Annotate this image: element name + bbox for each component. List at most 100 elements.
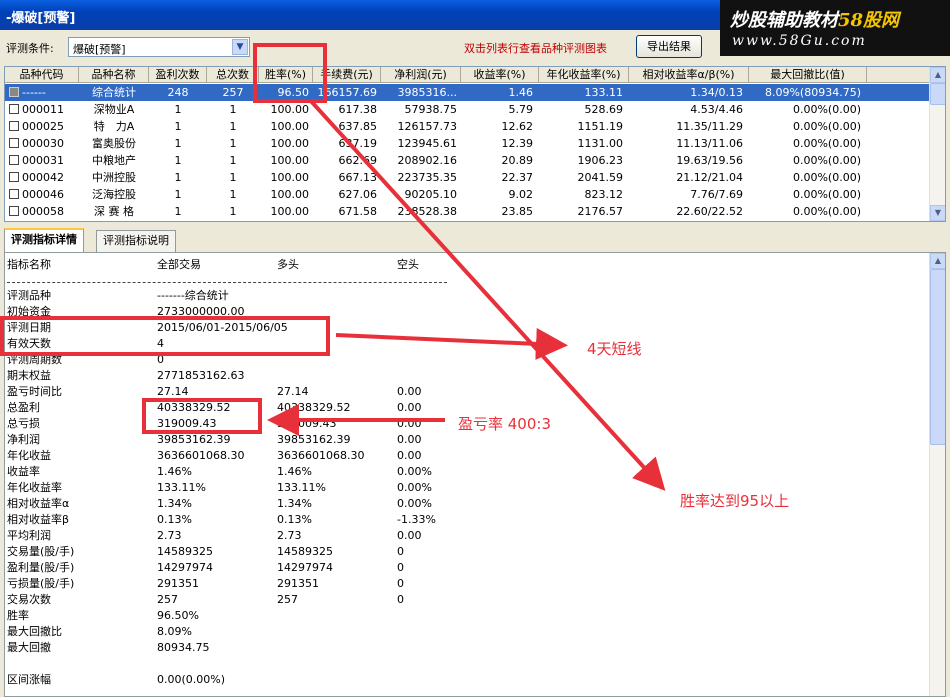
table-row[interactable]: 000011 深物业A 1 1 100.00 617.38 57938.75 5.79 528.… xyxy=(5,101,931,118)
cell-alpha-beta: 19.63/19.56 xyxy=(629,152,743,169)
table-row[interactable]: 000058 深 赛 格 1 1 100.00 671.58 238528.38 23.85 2… xyxy=(5,203,931,220)
metric-long: 0.13% xyxy=(277,513,312,526)
metric-all: 291351 xyxy=(157,577,199,590)
cell-text: 617.38 xyxy=(338,103,378,116)
metric-all: 2771853162.63 xyxy=(157,369,245,382)
cell-wins: 1 xyxy=(149,101,207,118)
row-checkbox[interactable] xyxy=(9,121,19,131)
col-header[interactable]: 收益率(%) xyxy=(461,67,539,83)
cell-text: 22.60/22.52 xyxy=(676,205,743,218)
metric-long: 257 xyxy=(277,593,298,606)
row-checkbox[interactable] xyxy=(9,104,19,114)
row-checkbox[interactable] xyxy=(9,138,19,148)
cell-text: 637.85 xyxy=(338,120,378,133)
cell-text: 000030 xyxy=(22,137,64,150)
detail-scrollbar[interactable]: ▲ xyxy=(929,253,945,696)
metric-short: 0.00% xyxy=(397,465,432,478)
cell-code: 000030 xyxy=(9,135,79,152)
detail-row: 平均利润 2.73 2.73 0.00 xyxy=(5,528,925,544)
col-header[interactable]: 相对收益率α/β(%) xyxy=(629,67,749,83)
metric-name: 相对收益率α xyxy=(7,497,70,510)
cell-text: 23.85 xyxy=(501,205,534,218)
row-checkbox[interactable] xyxy=(9,189,19,199)
scroll-up-icon[interactable]: ▲ xyxy=(930,67,945,83)
col-header[interactable]: 最大回撤比(值) xyxy=(749,67,867,83)
cell-max-dd: 0.00%(0.00) xyxy=(749,118,861,135)
metric-all: 3636601068.30 xyxy=(157,449,245,462)
brand-prefix: 炒股辅助教材 xyxy=(730,10,838,31)
cell-fee: 662.69 xyxy=(313,152,378,169)
cell-alpha-beta: 7.76/7.69 xyxy=(629,186,743,203)
export-button[interactable]: 导出结果 xyxy=(636,35,702,58)
cell-name: 综合统计 xyxy=(79,84,149,101)
metric-long: 1.46% xyxy=(277,465,312,478)
cell-text: 0.00%(0.00) xyxy=(792,171,861,184)
metric-long: 2.73 xyxy=(277,529,302,542)
cell-win-rate: 100.00 xyxy=(259,135,310,152)
cell-text: 1.34/0.13 xyxy=(690,86,743,99)
cell-fee: 627.06 xyxy=(313,186,378,203)
tab-metric-details[interactable]: 评测指标详情 xyxy=(4,228,84,252)
cell-code: 000025 xyxy=(9,118,79,135)
cell-alpha-beta: 11.13/11.06 xyxy=(629,135,743,152)
cell-text: 100.00 xyxy=(270,205,310,218)
cell-fee: 671.58 xyxy=(313,203,378,220)
annotation-box-profit xyxy=(142,398,262,434)
cell-code: 000042 xyxy=(9,169,79,186)
brand-accent: 58股网 xyxy=(838,10,900,31)
metric-name: 盈亏时间比 xyxy=(7,385,62,398)
condition-select[interactable]: 爆破[预警] ▼ xyxy=(68,37,250,57)
col-header[interactable]: 净利润(元) xyxy=(381,67,461,83)
table-row[interactable]: 000030 富奥股份 1 1 100.00 637.19 123945.61 12.39 11… xyxy=(5,135,931,152)
cell-win-rate: 100.00 xyxy=(259,101,310,118)
cell-text: 1 xyxy=(229,188,237,201)
cell-alpha-beta: 21.12/21.04 xyxy=(629,169,743,186)
tab-bar: 评测指标详情 评测指标说明 xyxy=(4,228,944,252)
scroll-down-icon[interactable]: ▼ xyxy=(930,205,945,221)
cell-name: 富奥股份 xyxy=(79,135,149,152)
detail-header: 指标名称 全部交易 多头 空头 xyxy=(5,257,925,273)
cell-code: 000046 xyxy=(9,186,79,203)
cell-return: 12.39 xyxy=(461,135,534,152)
table-row[interactable]: 000042 中洲控股 1 1 100.00 667.13 223735.35 22.37 20… xyxy=(5,169,931,186)
metric-all: 257 xyxy=(157,593,178,606)
detail-row: 最大回撤 80934.75 xyxy=(5,640,925,656)
scroll-thumb[interactable] xyxy=(930,83,945,105)
chevron-down-icon[interactable]: ▼ xyxy=(232,39,248,55)
row-checkbox[interactable] xyxy=(9,206,19,216)
cell-text: 000042 xyxy=(22,171,64,184)
detail-row: 区间涨幅 0.00(0.00%) xyxy=(5,672,925,688)
cell-text: 1 xyxy=(229,137,237,150)
tab-metric-description[interactable]: 评测指标说明 xyxy=(96,230,176,252)
scroll-up-icon[interactable]: ▲ xyxy=(930,253,945,269)
col-header[interactable]: 盈利次数 xyxy=(149,67,207,83)
cell-return: 1.46 xyxy=(461,84,534,101)
col-header[interactable]: 品种名称 xyxy=(79,67,149,83)
cell-total: 1 xyxy=(207,169,259,186)
cell-name: 中洲控股 xyxy=(79,169,149,186)
scroll-thumb[interactable] xyxy=(930,269,945,445)
metric-short: 0.00% xyxy=(397,481,432,494)
cell-code: 000058 xyxy=(9,203,79,220)
row-checkbox[interactable] xyxy=(9,87,19,97)
metric-name: 收益率 xyxy=(7,465,40,478)
row-checkbox[interactable] xyxy=(9,155,19,165)
condition-label: 评测条件: xyxy=(6,42,54,55)
table-row[interactable]: 000046 泛海控股 1 1 100.00 627.06 90205.10 9.02 823.… xyxy=(5,186,931,203)
table-row[interactable]: 000025 特 力A 1 1 100.00 637.85 126157.73 12.62 11… xyxy=(5,118,931,135)
col-header[interactable]: 品种代码 xyxy=(5,67,79,83)
cell-text: 126157.73 xyxy=(397,120,458,133)
metric-name: 胜率 xyxy=(7,609,29,622)
cell-text: 100.00 xyxy=(270,120,310,133)
cell-max-dd: 0.00%(0.00) xyxy=(749,101,861,118)
cell-alpha-beta: 11.35/11.29 xyxy=(629,118,743,135)
table-row[interactable]: 000031 中粮地产 1 1 100.00 662.69 208902.16 20.89 19… xyxy=(5,152,931,169)
annotation-box-dates xyxy=(0,316,330,356)
table-row[interactable]: ------ 综合统计 248 257 96.50 166157.69 3985316...… xyxy=(5,84,931,101)
table-scrollbar[interactable]: ▲ ▼ xyxy=(929,67,945,221)
col-header[interactable]: 总次数 xyxy=(207,67,259,83)
metric-name: 区间涨幅 xyxy=(7,673,51,686)
row-checkbox[interactable] xyxy=(9,172,19,182)
cell-text: 823.12 xyxy=(584,188,624,201)
col-header[interactable]: 年化收益率(%) xyxy=(539,67,629,83)
